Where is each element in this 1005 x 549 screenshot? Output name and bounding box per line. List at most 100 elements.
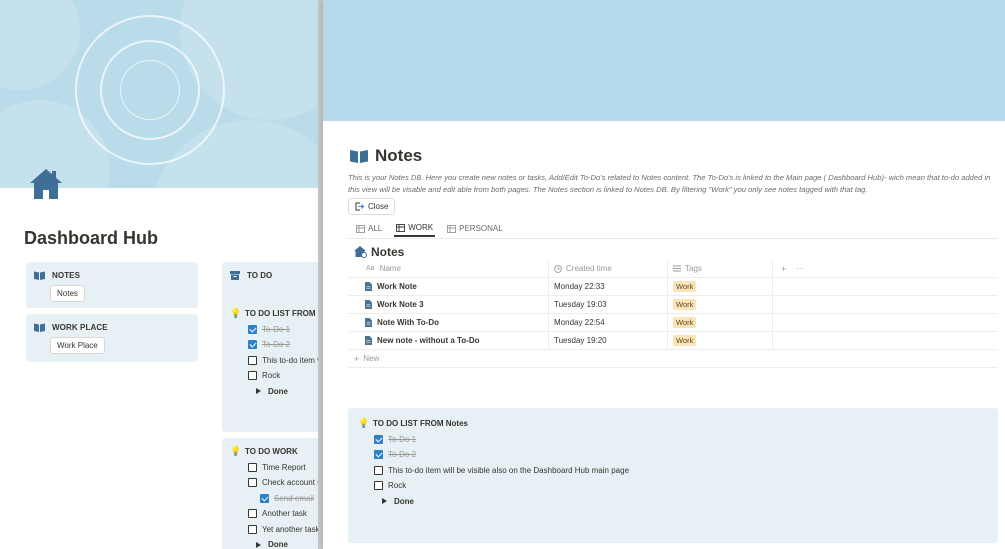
todo-item-label[interactable]: To-Do 1 [262,325,290,334]
todo-list-card: 💡 TO DO LIST FROM N To-Do 1 To-Do 2 This t… [222,300,320,432]
todo-item: To-Do 1 [248,322,314,338]
table-header-row: Aa Name Created time Tags + ··· [348,259,998,278]
lightbulb-icon: 💡 [230,308,242,319]
new-row-button[interactable]: + New [348,350,998,368]
tab-personal[interactable]: PERSONAL [445,220,505,237]
empty-cell [773,332,998,350]
todo-item-label[interactable]: Time Report [262,463,306,472]
column-header-created[interactable]: Created time [548,259,668,278]
tab-work[interactable]: WORK [394,220,436,237]
work-done-toggle[interactable]: Done [254,537,314,549]
note-name-cell[interactable]: Work Note [348,278,548,296]
note-name-cell[interactable]: Work Note 3 [348,296,548,314]
notes-peek-panel: Notes This is your Notes DB. Here you cr… [323,0,1005,549]
tag-badge: Work [673,335,697,346]
page-title: Dashboard Hub [24,228,159,248]
work-place-link-button[interactable]: Work Place [50,337,105,354]
triangle-right-icon [256,388,261,395]
todo-item-label[interactable]: Check account s [262,478,320,487]
tag-badge: Work [673,317,697,328]
todo-item-label[interactable]: To-Do 2 [262,340,290,349]
todo-item-label[interactable]: This to-do item v [262,356,320,365]
tags-cell[interactable]: Work [668,277,773,296]
todo-item-label[interactable]: Rock [388,481,406,490]
todo-header: TO DO [247,271,273,280]
todo-item-label[interactable]: Rock [262,371,280,380]
page-description[interactable]: This is your Notes DB. Here you create n… [348,172,998,195]
document-icon [365,318,372,327]
note-name-cell[interactable]: New note - without a To-Do [348,332,548,350]
triangle-right-icon [382,498,387,505]
todo-checkbox[interactable] [248,509,257,519]
plus-icon: + [354,353,360,364]
todo-item: Another task [248,506,314,522]
close-button[interactable]: Close [348,198,396,215]
empty-cell [773,296,998,314]
todo-checkbox[interactable] [374,465,383,475]
todo-checkbox[interactable] [374,450,383,460]
database-title-text: Notes [371,245,405,259]
lightbulb-icon: 💡 [230,446,242,457]
todo-checkbox[interactable] [248,478,257,488]
todo-item: Send email [260,491,314,507]
empty-cell [773,278,998,296]
column-header-name[interactable]: Aa Name [348,260,548,278]
tags-cell[interactable]: Work [668,295,773,314]
document-icon [365,282,372,291]
todo-checkbox[interactable] [374,434,383,444]
table-row[interactable]: New note - without a To-Do Tuesday 19:20 W… [348,331,998,350]
tag-badge: Work [673,281,697,292]
list-icon [673,265,681,272]
todo-checkbox[interactable] [260,493,269,503]
todo-checkbox[interactable] [248,371,257,381]
table-row[interactable]: Note With To-Do Monday 22:54 Work [348,313,998,332]
add-property-button[interactable]: + [781,264,786,274]
work-place-card: WORK PLACE Work Place [26,314,198,362]
todo-item: Yet another task [248,522,320,538]
todo-item: Rock [248,368,314,384]
done-toggle[interactable]: Done [254,384,314,400]
tags-cell[interactable]: Work [668,331,773,350]
todo-checkbox[interactable] [374,481,383,491]
book-icon [34,323,45,332]
empty-cell [773,314,998,332]
triangle-right-icon [256,541,261,548]
todo-item-label[interactable]: Yet another task [262,525,320,534]
todo-checkbox[interactable] [248,324,257,334]
todo-item-label[interactable]: To-Do 2 [388,450,416,459]
tab-all[interactable]: ALL [354,220,384,237]
table-row[interactable]: Work Note 3 Tuesday 19:03 Work [348,295,998,314]
todo-item: To-Do 1 [374,432,988,448]
database-title[interactable]: Notes [354,245,404,259]
work-place-card-heading: WORK PLACE [52,323,108,332]
todo-item-label[interactable]: Send email [274,494,314,503]
todo-item-label[interactable]: This to-do item will be visible also on … [388,466,629,475]
todo-checkbox[interactable] [248,340,257,350]
note-name-cell[interactable]: Note With To-Do [348,314,548,332]
todo-item-label[interactable]: To-Do 1 [388,435,416,444]
done-toggle[interactable]: Done [380,494,988,510]
page-cover [323,0,1005,121]
lightbulb-icon: 💡 [358,418,370,429]
document-icon [365,336,372,345]
page-cover [0,0,320,188]
more-options-button[interactable]: ··· [796,264,804,273]
tags-cell[interactable]: Work [668,313,773,332]
todo-checkbox[interactable] [248,462,257,472]
notes-link-button[interactable]: Notes [50,285,85,302]
home-icon [354,246,367,258]
todo-item-label[interactable]: Another task [262,509,307,518]
tag-badge: Work [673,299,697,310]
done-label: Done [394,496,414,506]
exit-icon [355,202,364,211]
created-time-cell: Monday 22:54 [548,313,668,332]
todo-checkbox[interactable] [248,355,257,365]
table-row[interactable]: Work Note Monday 22:33 Work [348,277,998,296]
home-icon [30,169,62,199]
column-header-tags[interactable]: Tags [668,259,773,278]
notes-table: Aa Name Created time Tags + ··· Work Not… [348,259,998,368]
created-time-cell: Monday 22:33 [548,277,668,296]
clock-icon [554,264,562,273]
todo-checkbox[interactable] [248,524,257,534]
table-icon [396,223,406,232]
